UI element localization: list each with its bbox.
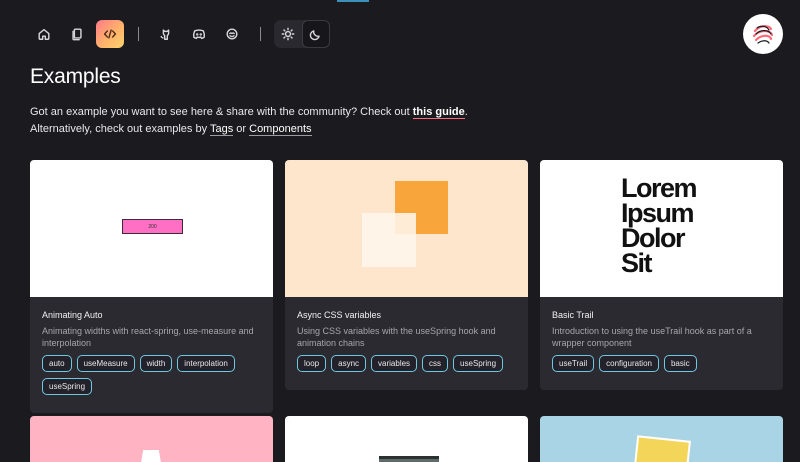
example-card-async-css-variables[interactable]: Async CSS variables Using CSS variables …	[285, 160, 528, 390]
tags-link[interactable]: Tags	[209, 123, 234, 136]
card-thumbnail	[285, 160, 528, 297]
spring-logo-icon	[752, 25, 774, 44]
nav-discord-button[interactable]	[185, 20, 213, 48]
example-card-partial[interactable]	[30, 416, 273, 462]
card-title: Animating Auto	[42, 310, 103, 320]
nav-divider	[138, 27, 139, 41]
top-nav	[30, 20, 330, 48]
card-thumbnail: Lorem Ipsum Dolor Sit	[540, 160, 783, 297]
nav-docs-button[interactable]	[63, 20, 91, 48]
example-card-basic-trail[interactable]: Lorem Ipsum Dolor Sit Basic Trail Introd…	[540, 160, 783, 390]
moon-icon	[309, 30, 320, 41]
theme-toggle	[274, 20, 330, 48]
github-icon	[160, 29, 170, 40]
thumbnail-image	[379, 456, 439, 462]
dark-theme-button[interactable]	[302, 20, 330, 48]
active-indicator	[337, 0, 369, 2]
card-title: Basic Trail	[552, 310, 594, 320]
opencollective-icon	[226, 28, 238, 40]
tag[interactable]: useTrail	[552, 355, 595, 372]
intro-line1-prefix: Got an example you want to see here & sh…	[30, 106, 413, 118]
width-bar: 200	[122, 219, 183, 234]
docs-icon	[72, 28, 82, 41]
card-description: Introduction to using the useTrail hook …	[552, 326, 752, 348]
tag[interactable]: interpolation	[177, 355, 235, 372]
discord-icon	[192, 29, 206, 40]
thumbnail-shape	[138, 450, 164, 462]
example-card-animating-auto[interactable]: 200 Animating Auto Animating widths with…	[30, 160, 273, 413]
card-thumbnail: 200	[30, 160, 273, 297]
intro-or: or	[233, 123, 250, 135]
card-tags: loop async variables css useSpring	[297, 355, 516, 378]
tag[interactable]: width	[139, 355, 173, 372]
card-description: Animating widths with react-spring, use-…	[42, 326, 254, 348]
components-link[interactable]: Components	[249, 123, 312, 136]
thumbnail-card	[633, 435, 691, 462]
tag[interactable]: basic	[663, 355, 697, 372]
tag[interactable]: async	[331, 355, 367, 372]
page-title: Examples	[30, 65, 121, 88]
example-card-partial[interactable]	[285, 416, 528, 462]
home-icon	[38, 28, 50, 40]
example-card-partial[interactable]	[540, 416, 783, 462]
code-icon	[103, 29, 117, 39]
react-spring-logo[interactable]	[743, 14, 783, 54]
intro-line1-suffix: .	[464, 106, 468, 118]
trail-words: Lorem Ipsum Dolor Sit	[621, 175, 698, 278]
card-tags: auto useMeasure width interpolation useS…	[42, 355, 261, 401]
trail-word: Sit	[621, 248, 653, 278]
tag[interactable]: variables	[371, 355, 418, 372]
tag[interactable]: useMeasure	[76, 355, 135, 372]
nav-divider	[260, 27, 261, 41]
intro-line2-prefix: Alternatively, check out examples by	[30, 123, 210, 135]
tag[interactable]: auto	[42, 355, 72, 372]
light-square	[362, 213, 416, 267]
tag[interactable]: useSpring	[42, 378, 93, 395]
tag[interactable]: configuration	[599, 355, 659, 372]
nav-github-button[interactable]	[152, 20, 180, 48]
tag[interactable]: css	[422, 355, 449, 372]
nav-opencollective-button[interactable]	[218, 20, 246, 48]
guide-link[interactable]: this guide	[412, 106, 465, 119]
intro-text: Got an example you want to see here & sh…	[30, 104, 468, 138]
nav-examples-button[interactable]	[96, 20, 124, 48]
card-title: Async CSS variables	[297, 310, 382, 320]
tag[interactable]: useSpring	[453, 355, 504, 372]
tag[interactable]: loop	[297, 355, 327, 372]
nav-home-button[interactable]	[30, 20, 58, 48]
card-tags: useTrail configuration basic	[552, 355, 771, 378]
sun-icon	[281, 27, 295, 41]
light-theme-button[interactable]	[274, 20, 302, 48]
card-description: Using CSS variables with the useSpring h…	[297, 326, 496, 348]
